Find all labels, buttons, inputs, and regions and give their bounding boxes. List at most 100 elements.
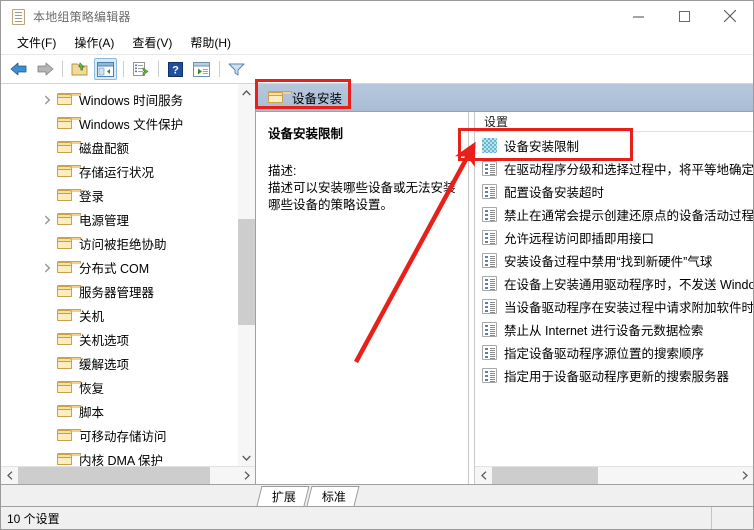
minimize-button[interactable] xyxy=(615,1,661,31)
window-controls xyxy=(615,1,753,31)
tree-item-label: 缓解选项 xyxy=(79,357,130,372)
tree-item-label: 脚本 xyxy=(79,405,105,420)
settings-list-item-label: 在设备上安装通用驱动程序时，不发送 Window xyxy=(504,278,753,292)
back-arrow-icon[interactable] xyxy=(7,58,30,80)
settings-column-header[interactable]: 设置 xyxy=(475,112,753,132)
tree-item-label: 关机选项 xyxy=(79,333,130,348)
description-pane: 设备安装限制 描述: 描述可以安装哪些设备或无法安装哪些设备的策略设置。 xyxy=(256,112,468,484)
forward-arrow-icon[interactable] xyxy=(33,58,56,80)
settings-list[interactable]: 设备安装限制在驱动程序分级和选择过程中，将平等地确定所有 配置设备安装超时 禁止在通… xyxy=(475,132,753,466)
menu-view[interactable]: 查看(V) xyxy=(123,32,181,54)
tree-item[interactable]: 电源管理 xyxy=(1,207,237,231)
policy-setting-icon xyxy=(482,368,497,383)
tree-item-label: 登录 xyxy=(79,189,105,204)
folder-icon xyxy=(56,116,82,130)
tree-item[interactable]: 可移动存储访问 xyxy=(1,423,237,447)
chevron-right-icon[interactable] xyxy=(44,214,53,225)
filter-icon[interactable] xyxy=(225,58,248,80)
settings-list-item-label: 指定用于设备驱动程序更新的搜索服务器 xyxy=(504,370,730,384)
settings-list-item[interactable]: 当设备驱动程序在安装过程中请求附加软件时，禁 xyxy=(475,295,753,318)
help-icon[interactable]: ? xyxy=(164,58,187,80)
tab-standard[interactable]: 标准 xyxy=(306,486,360,506)
tree-item-content: 缓解选项 xyxy=(56,354,130,373)
tree-item[interactable]: 存储运行状况 xyxy=(1,159,237,183)
tree-item[interactable]: 脚本 xyxy=(1,399,237,423)
settings-list-item[interactable]: 指定用于设备驱动程序更新的搜索服务器 xyxy=(475,364,753,387)
tree-hscroll-thumb[interactable] xyxy=(18,467,210,484)
chevron-left-icon[interactable] xyxy=(475,467,492,484)
folder-icon xyxy=(56,164,82,178)
tree-item[interactable]: Windows 文件保护 xyxy=(1,111,237,135)
tree-item-content: 磁盘配额 xyxy=(56,138,130,157)
tree-item[interactable]: 恢复 xyxy=(1,375,237,399)
description-body: 描述可以安装哪些设备或无法安装哪些设备的策略设置。 xyxy=(268,181,456,212)
tree-item[interactable]: 磁盘配额 xyxy=(1,135,237,159)
tree-item[interactable]: 关机选项 xyxy=(1,327,237,351)
settings-list-item[interactable]: 在驱动程序分级和选择过程中，将平等地确定所有 xyxy=(475,157,753,180)
settings-list-item[interactable]: 在设备上安装通用驱动程序时，不发送 Window xyxy=(475,272,753,295)
policy-setting-icon xyxy=(482,230,497,245)
tree-vscroll-track[interactable] xyxy=(238,101,255,449)
tab-extended[interactable]: 扩展 xyxy=(256,486,310,506)
folder-icon xyxy=(56,308,82,322)
chevron-left-icon[interactable] xyxy=(1,467,18,484)
details-panel: 设备安装 设备安装限制 描述: 描述可以安装哪些设备或无法安装哪些设备的策略设置… xyxy=(256,84,753,484)
show-details-icon[interactable] xyxy=(190,58,213,80)
settings-list-item[interactable]: 禁止从 Internet 进行设备元数据检索 xyxy=(475,318,753,341)
maximize-button[interactable] xyxy=(661,1,707,31)
show-hide-tree-icon[interactable] xyxy=(94,58,117,80)
policy-document-icon xyxy=(10,8,26,25)
settings-list-item[interactable]: 设备安装限制 xyxy=(475,134,753,157)
up-folder-icon[interactable] xyxy=(68,58,91,80)
tree-item-label: 磁盘配额 xyxy=(79,141,130,156)
tree-item[interactable]: 访问被拒绝协助 xyxy=(1,231,237,255)
tree-item[interactable]: Windows 时间服务 xyxy=(1,87,237,111)
chevron-down-icon[interactable] xyxy=(238,449,255,466)
menu-file[interactable]: 文件(F) xyxy=(8,32,65,54)
chevron-right-icon[interactable] xyxy=(238,467,255,484)
export-list-icon[interactable] xyxy=(129,58,152,80)
tree-list[interactable]: Windows 时间服务 Windows 文件保护 磁盘配额存储运行状况登录电源管理… xyxy=(1,84,237,466)
settings-list-item[interactable]: 安装设备过程中禁用“找到新硬件”气球 xyxy=(475,249,753,272)
folder-icon xyxy=(56,332,82,346)
list-hscroll-track[interactable] xyxy=(492,467,736,484)
tab-extended-label: 扩展 xyxy=(271,490,296,504)
menu-help[interactable]: 帮助(H) xyxy=(181,32,240,54)
settings-list-item[interactable]: 配置设备安装超时 xyxy=(475,180,753,203)
tree-item[interactable]: 分布式 COM xyxy=(1,255,237,279)
tree-item-content: Windows 文件保护 xyxy=(56,114,184,133)
policy-setting-icon xyxy=(482,253,497,268)
folder-icon xyxy=(56,212,82,226)
tree-item[interactable]: 缓解选项 xyxy=(1,351,237,375)
list-hscroll-thumb[interactable] xyxy=(492,467,598,484)
tree-item[interactable]: 内核 DMA 保护 xyxy=(1,447,237,466)
list-horizontal-scrollbar[interactable] xyxy=(475,466,753,484)
tree-item-label: 恢复 xyxy=(79,381,105,396)
tree-item[interactable]: 登录 xyxy=(1,183,237,207)
tree-vertical-scrollbar[interactable] xyxy=(237,84,255,466)
toolbar: ? xyxy=(1,55,753,84)
settings-list-item-label: 安装设备过程中禁用“找到新硬件”气球 xyxy=(504,255,713,269)
chevron-right-icon[interactable] xyxy=(736,467,753,484)
tree-item-content: 内核 DMA 保护 xyxy=(56,450,163,466)
menu-action[interactable]: 操作(A) xyxy=(65,32,123,54)
settings-list-item[interactable]: 允许远程访问即插即用接口 xyxy=(475,226,753,249)
tree-item[interactable]: 服务器管理器 xyxy=(1,279,237,303)
chevron-right-icon[interactable] xyxy=(44,94,53,105)
tree-item[interactable]: 关机 xyxy=(1,303,237,327)
settings-list-item[interactable]: 指定设备驱动程序源位置的搜索顺序 xyxy=(475,341,753,364)
chevron-right-icon[interactable] xyxy=(44,262,53,273)
tree-horizontal-scrollbar[interactable] xyxy=(1,466,255,484)
settings-list-item-label: 设备安装限制 xyxy=(504,140,580,154)
policy-setting-icon xyxy=(482,345,497,360)
folder-icon xyxy=(56,356,82,370)
tree-vscroll-thumb[interactable] xyxy=(238,219,255,325)
tree-item-content: 关机选项 xyxy=(56,330,130,349)
pane-splitter[interactable] xyxy=(468,112,475,484)
description-label: 描述: xyxy=(268,164,297,178)
chevron-up-icon[interactable] xyxy=(238,84,255,101)
settings-list-item[interactable]: 禁止在通常会提示创建还原点的设备活动过程中创 xyxy=(475,203,753,226)
tree-item-label: Windows 文件保护 xyxy=(79,117,184,132)
tree-hscroll-track[interactable] xyxy=(18,467,238,484)
close-button[interactable] xyxy=(707,1,753,31)
